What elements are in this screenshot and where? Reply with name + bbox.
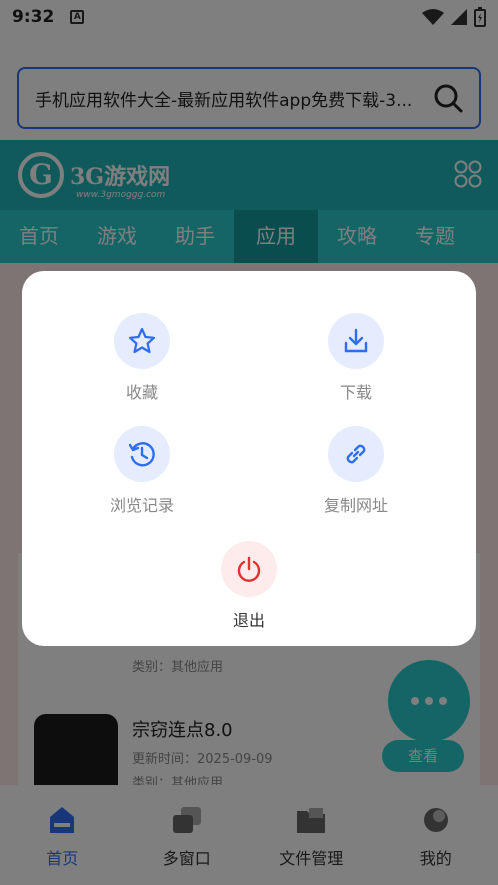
download-icon-circle — [328, 313, 384, 369]
action-menu-modal: 收藏 下载 浏览记录 复制网址 退出 — [22, 271, 476, 646]
copy-url-icon-circle — [328, 426, 384, 482]
download-button[interactable]: 下载 — [276, 313, 436, 403]
favorite-button[interactable]: 收藏 — [62, 313, 222, 403]
history-button[interactable]: 浏览记录 — [62, 426, 222, 516]
copy-url-button[interactable]: 复制网址 — [276, 426, 436, 516]
link-icon — [346, 444, 366, 464]
star-icon — [128, 327, 156, 354]
download-label: 下载 — [339, 383, 372, 402]
favorite-label: 收藏 — [125, 383, 158, 402]
exit-label: 退出 — [232, 611, 265, 630]
exit-button[interactable]: 退出 — [169, 541, 329, 631]
history-label: 浏览记录 — [109, 496, 174, 515]
favorite-icon-circle — [114, 313, 170, 369]
copy-url-label: 复制网址 — [323, 496, 388, 515]
history-icon-circle — [114, 426, 170, 482]
power-icon — [237, 556, 261, 582]
exit-icon-circle — [221, 541, 277, 597]
download-icon — [344, 328, 368, 353]
history-icon — [128, 442, 155, 467]
